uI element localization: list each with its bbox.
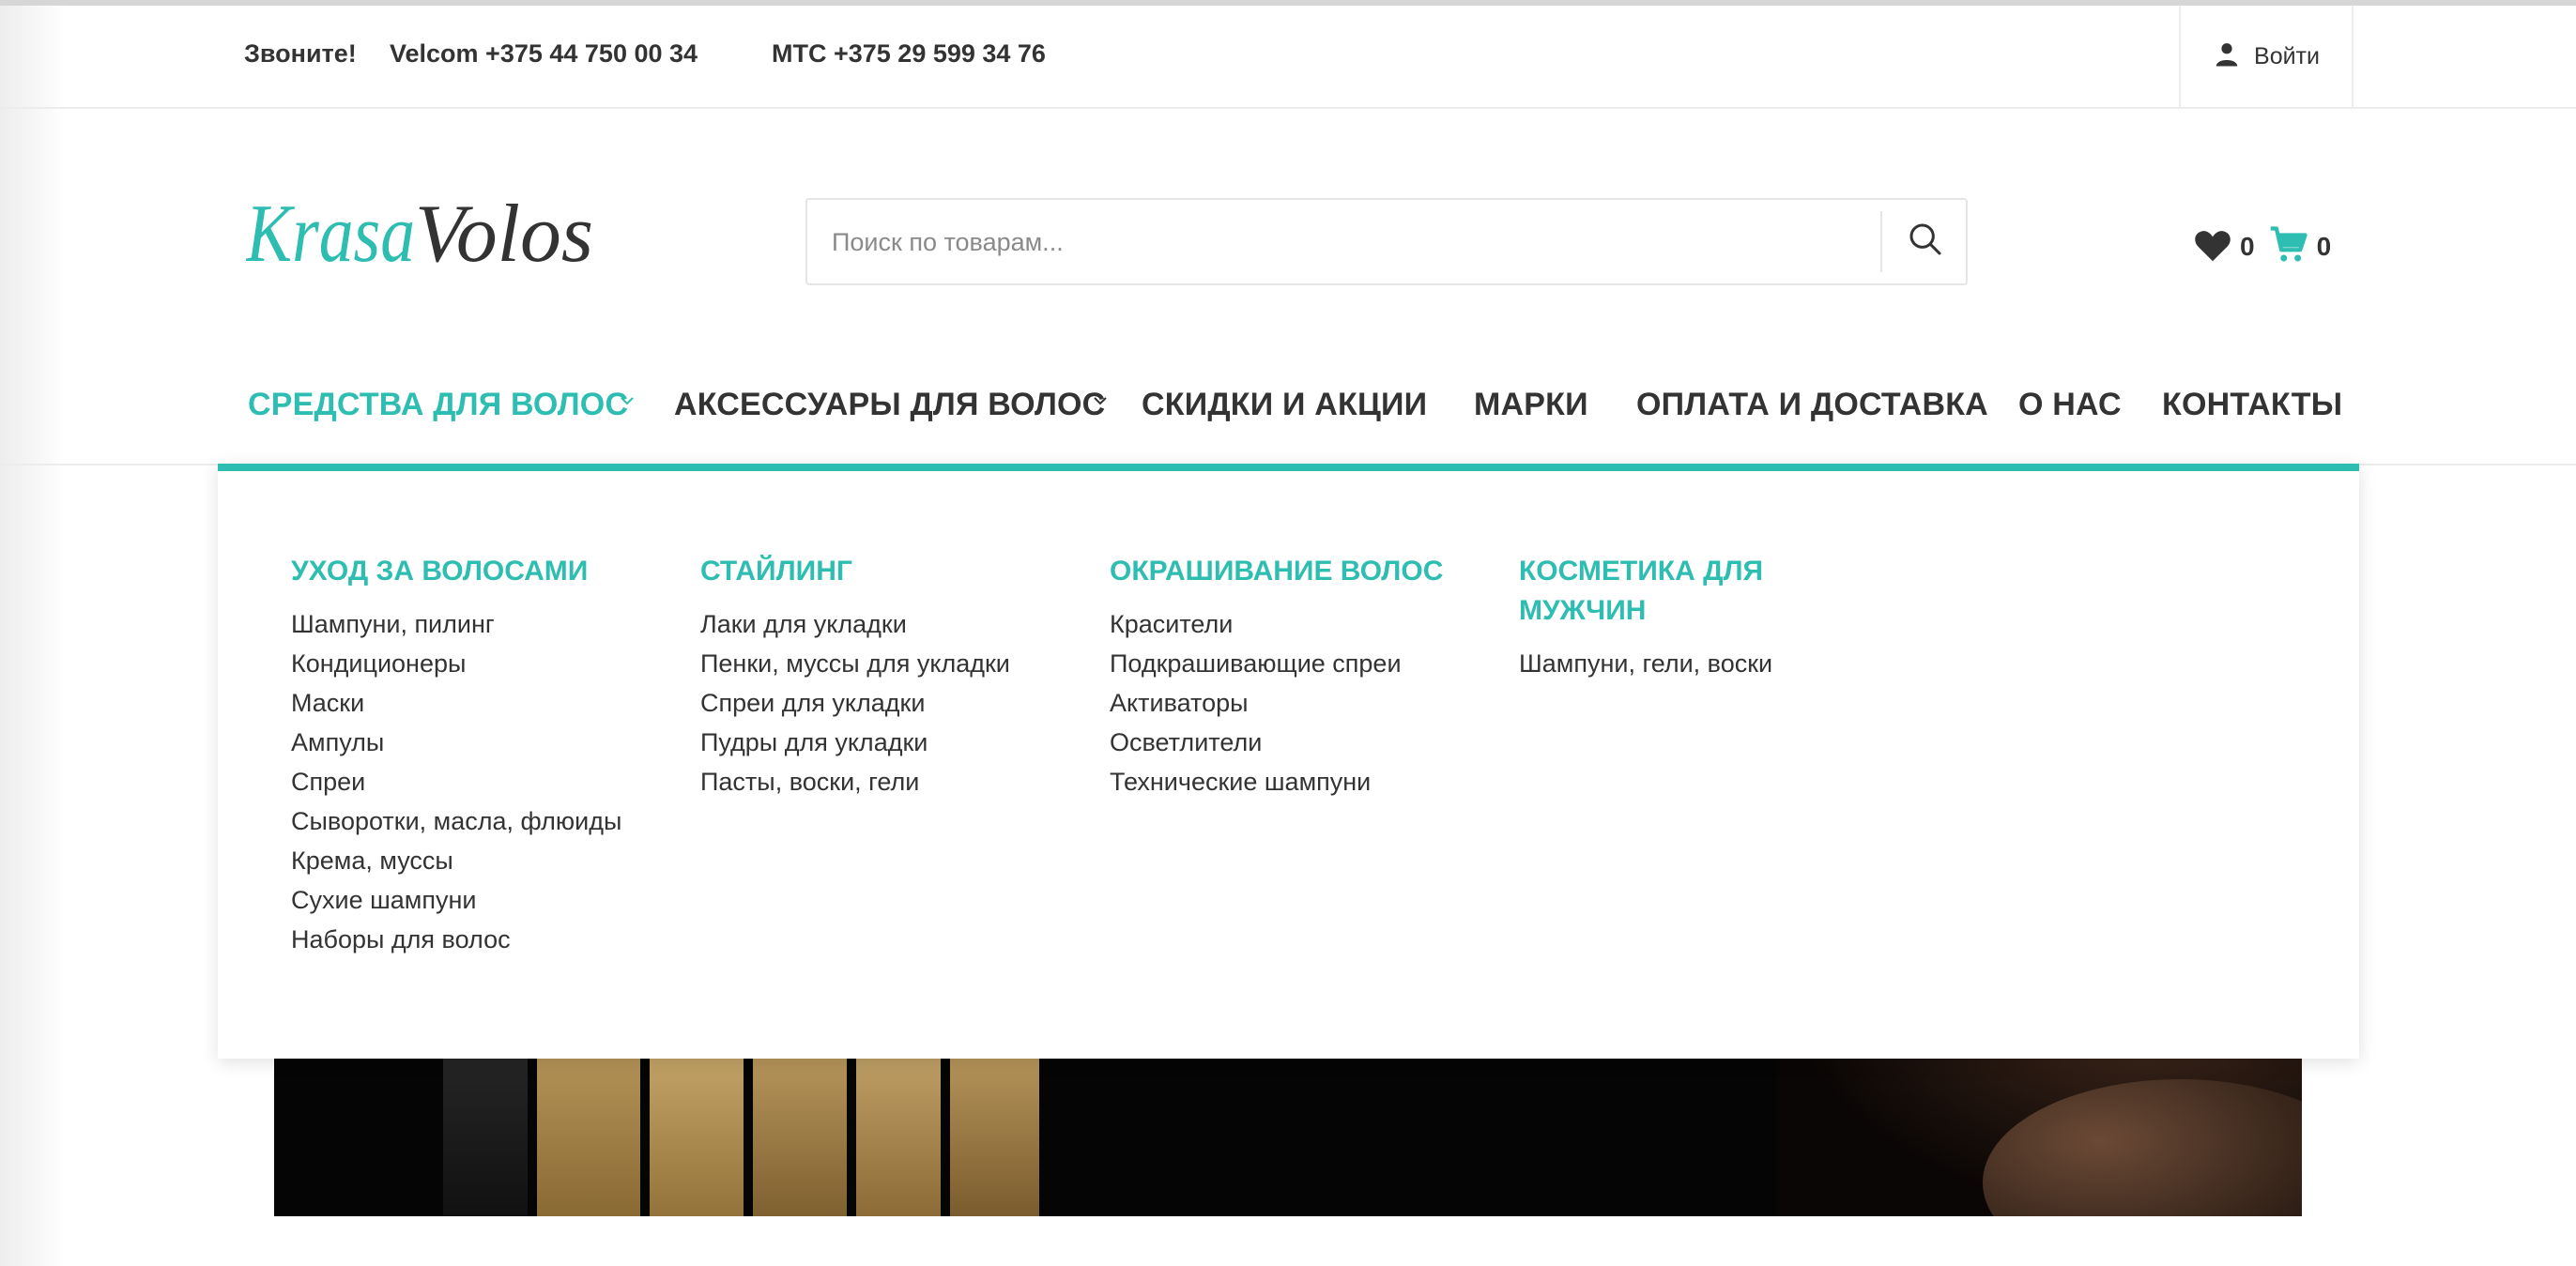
menu-link[interactable]: Шампуни, пилинг <box>291 604 667 644</box>
nav-item-hair-accessories[interactable]: АКСЕССУАРЫ ДЛЯ ВОЛОС <box>674 387 1105 423</box>
search-input[interactable] <box>830 200 1866 285</box>
login-button[interactable]: Войти <box>2179 6 2354 107</box>
cart-icon <box>2268 225 2309 269</box>
chevron-down-icon[interactable] <box>620 394 635 411</box>
search-box <box>805 198 1968 285</box>
menu-link[interactable]: Ампулы <box>291 723 667 762</box>
nav-item-hair-products[interactable]: СРЕДСТВА ДЛЯ ВОЛОС <box>248 387 628 423</box>
menu-link[interactable]: Спреи <box>291 762 667 801</box>
mega-menu-column-hair-care: УХОД ЗА ВОЛОСАМИ Шампуни, пилинг Кондици… <box>291 552 667 959</box>
column-title-hair-care[interactable]: УХОД ЗА ВОЛОСАМИ <box>291 552 667 591</box>
search-button[interactable] <box>1882 200 1968 283</box>
logo-text-krasa: Krasa <box>246 189 415 280</box>
column-title-men[interactable]: КОСМЕТИКА ДЛЯ МУЖЧИН <box>1519 552 1829 631</box>
page-side-shadow <box>0 0 66 1266</box>
menu-link[interactable]: Красители <box>1110 604 1485 644</box>
mega-menu-column-styling: СТАЙЛИНГ Лаки для укладки Пенки, муссы д… <box>700 552 1076 801</box>
mega-menu-dropdown: УХОД ЗА ВОЛОСАМИ Шампуни, пилинг Кондици… <box>218 464 2359 1059</box>
menu-link[interactable]: Сухие шампуни <box>291 880 667 920</box>
menu-link[interactable]: Крема, муссы <box>291 841 667 880</box>
menu-link[interactable]: Подкрашивающие спреи <box>1110 644 1485 683</box>
nav-item-contacts[interactable]: КОНТАКТЫ <box>2162 387 2342 423</box>
nav-item-brands[interactable]: МАРКИ <box>1474 387 1588 423</box>
phone-velcom[interactable]: Velcom +375 44 750 00 34 <box>390 39 698 69</box>
site-logo[interactable]: Krasa Volos <box>244 184 603 295</box>
search-icon <box>1907 221 1944 263</box>
logo-text-volos: Volos <box>415 189 593 280</box>
menu-link[interactable]: Спреи для укладки <box>700 683 1076 723</box>
wishlist-count: 0 <box>2240 232 2255 261</box>
menu-link[interactable]: Кондиционеры <box>291 644 667 683</box>
menu-link[interactable]: Пенки, муссы для укладки <box>700 644 1076 683</box>
nav-item-about[interactable]: О НАС <box>2018 387 2122 423</box>
wishlist-button[interactable]: 0 <box>2193 227 2268 267</box>
column-title-styling[interactable]: СТАЙЛИНГ <box>700 552 1076 591</box>
login-label: Войти <box>2254 42 2320 69</box>
cart-button[interactable]: 0 <box>2268 225 2345 269</box>
menu-link[interactable]: Сыворотки, масла, флюиды <box>291 801 667 841</box>
mega-menu-column-coloring: ОКРАШИВАНИЕ ВОЛОС Красители Подкрашивающ… <box>1110 552 1485 801</box>
chevron-down-icon[interactable] <box>1093 394 1108 411</box>
phone-mts[interactable]: МТС +375 29 599 34 76 <box>772 39 1046 69</box>
menu-link[interactable]: Пудры для укладки <box>700 723 1076 762</box>
menu-link[interactable]: Активаторы <box>1110 683 1485 723</box>
user-icon <box>2213 40 2241 73</box>
nav-item-payment-delivery[interactable]: ОПЛАТА И ДОСТАВКА <box>1636 387 1988 423</box>
menu-link[interactable]: Осветлители <box>1110 723 1485 762</box>
header-counters: 0 0 <box>2193 225 2344 268</box>
menu-link[interactable]: Пасты, воски, гели <box>700 762 1076 801</box>
nav-item-discounts[interactable]: СКИДКИ И АКЦИИ <box>1142 387 1427 423</box>
menu-link[interactable]: Лаки для укладки <box>700 604 1076 644</box>
menu-link[interactable]: Маски <box>291 683 667 723</box>
menu-link[interactable]: Технические шампуни <box>1110 762 1485 801</box>
call-label: Звоните! <box>244 39 357 68</box>
menu-link[interactable]: Наборы для волос <box>291 920 667 959</box>
main-nav: СРЕДСТВА ДЛЯ ВОЛОС АКСЕССУАРЫ ДЛЯ ВОЛОС … <box>0 375 2576 432</box>
mega-menu-column-men: КОСМЕТИКА ДЛЯ МУЖЧИН Шампуни, гели, воск… <box>1519 552 1829 683</box>
menu-link[interactable]: Шампуни, гели, воски <box>1519 644 1829 683</box>
cart-count: 0 <box>2316 232 2332 261</box>
heart-icon <box>2193 227 2232 267</box>
column-title-coloring[interactable]: ОКРАШИВАНИЕ ВОЛОС <box>1110 552 1485 591</box>
top-bar: Звоните! Velcom +375 44 750 00 34 МТС +3… <box>0 6 2576 109</box>
